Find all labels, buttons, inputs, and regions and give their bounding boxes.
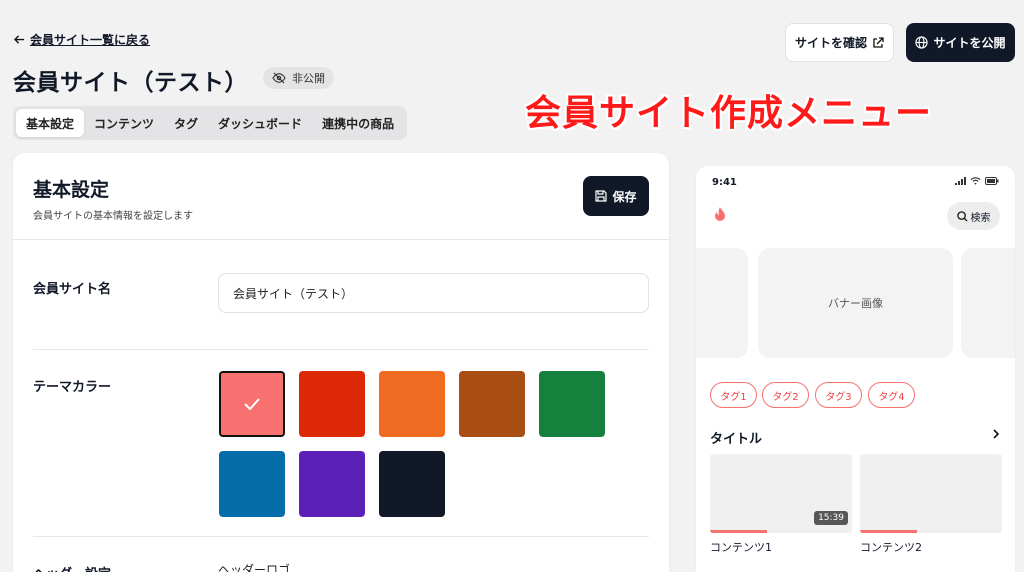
globe-icon — [915, 36, 929, 49]
card-divider — [13, 239, 669, 240]
wifi-icon — [970, 177, 981, 185]
external-link-icon — [873, 36, 884, 48]
row-divider — [33, 349, 649, 350]
progress-bar — [860, 530, 917, 533]
tab-linked-products[interactable]: 連携中の商品 — [312, 109, 404, 137]
floppy-disk-icon — [595, 190, 608, 202]
brand-logo — [712, 206, 728, 226]
duration-badge: 15:39 — [814, 511, 848, 525]
signal-icon — [955, 177, 966, 185]
theme-color-swatch[interactable] — [539, 371, 605, 437]
theme-color-swatch[interactable] — [379, 451, 445, 517]
visibility-badge: 非公開 — [263, 67, 334, 89]
section-title: タイトル — [710, 432, 763, 447]
tag-chip[interactable]: タグ1 — [710, 382, 757, 408]
banner-prev — [696, 248, 748, 358]
back-link-label: 会員サイト一覧に戻る — [30, 33, 151, 47]
header-settings-label: ヘッダー設定 — [33, 563, 111, 572]
content-label: コンテンツ2 — [860, 541, 922, 554]
save-button[interactable]: 保存 — [583, 176, 649, 216]
publish-site-button[interactable]: サイトを公開 — [906, 23, 1015, 62]
content-thumbnail[interactable] — [860, 454, 1002, 533]
settings-description: 会員サイトの基本情報を設定します — [33, 211, 193, 222]
tag-chip[interactable]: タグ2 — [762, 382, 809, 408]
visibility-badge-label: 非公開 — [292, 72, 325, 85]
tag-chip[interactable]: タグ3 — [815, 382, 862, 408]
back-link[interactable]: 会員サイト一覧に戻る — [14, 31, 150, 48]
header-logo-label: ヘッダーロゴ — [218, 563, 291, 572]
tab-dashboard[interactable]: ダッシュボード — [208, 109, 312, 137]
theme-color-swatch[interactable] — [379, 371, 445, 437]
site-name-label: 会員サイト名 — [33, 282, 112, 297]
battery-icon — [985, 177, 999, 185]
search-label: 検索 — [970, 212, 991, 224]
banner-label: バナー画像 — [828, 297, 883, 310]
status-time: 9:41 — [712, 177, 737, 188]
tab-basic-settings[interactable]: 基本設定 — [16, 109, 85, 137]
banner-main[interactable]: バナー画像 — [758, 248, 953, 358]
page-title: 会員サイト（テスト） — [13, 70, 248, 96]
progress-bar — [710, 530, 767, 533]
tab-contents[interactable]: コンテンツ — [84, 109, 164, 137]
theme-color-swatch[interactable] — [219, 451, 285, 517]
content-thumbnail[interactable]: 15:39 — [710, 454, 852, 533]
site-name-input[interactable]: 会員サイト（テスト） — [218, 273, 649, 313]
chevron-right-icon[interactable] — [991, 428, 1001, 440]
tab-tags[interactable]: タグ — [164, 109, 208, 137]
overlay-caption: 会員サイト作成メニュー — [525, 93, 933, 134]
theme-color-label: テーマカラー — [33, 380, 112, 395]
theme-color-swatch[interactable] — [219, 371, 285, 437]
mobile-preview: 9:41 検索 バナー画像 タグ1 タグ2 タグ3 タグ4 タイトル 15:39… — [696, 166, 1015, 572]
preview-search-button[interactable]: 検索 — [947, 202, 1000, 230]
settings-card: 基本設定 会員サイトの基本情報を設定します 保存 会員サイト名 会員サイト（テス… — [13, 153, 669, 572]
settings-title: 基本設定 — [33, 179, 110, 201]
arrow-left-icon — [14, 35, 25, 44]
theme-color-swatch[interactable] — [299, 451, 365, 517]
tab-bar: 基本設定 コンテンツ タグ ダッシュボード 連携中の商品 — [13, 106, 408, 140]
search-icon — [956, 210, 968, 222]
save-label: 保存 — [612, 189, 637, 204]
theme-color-swatch[interactable] — [459, 371, 525, 437]
row-divider — [33, 536, 649, 537]
check-icon — [244, 398, 260, 410]
theme-color-swatch[interactable] — [299, 371, 365, 437]
banner-next — [961, 248, 1015, 358]
publish-site-label: サイトを公開 — [933, 36, 1006, 50]
content-label: コンテンツ1 — [710, 541, 772, 554]
confirm-site-label: サイトを確認 — [794, 36, 867, 50]
tag-chip[interactable]: タグ4 — [868, 382, 915, 408]
status-icons — [955, 177, 999, 185]
confirm-site-button[interactable]: サイトを確認 — [785, 23, 894, 62]
eye-off-icon — [272, 72, 286, 84]
